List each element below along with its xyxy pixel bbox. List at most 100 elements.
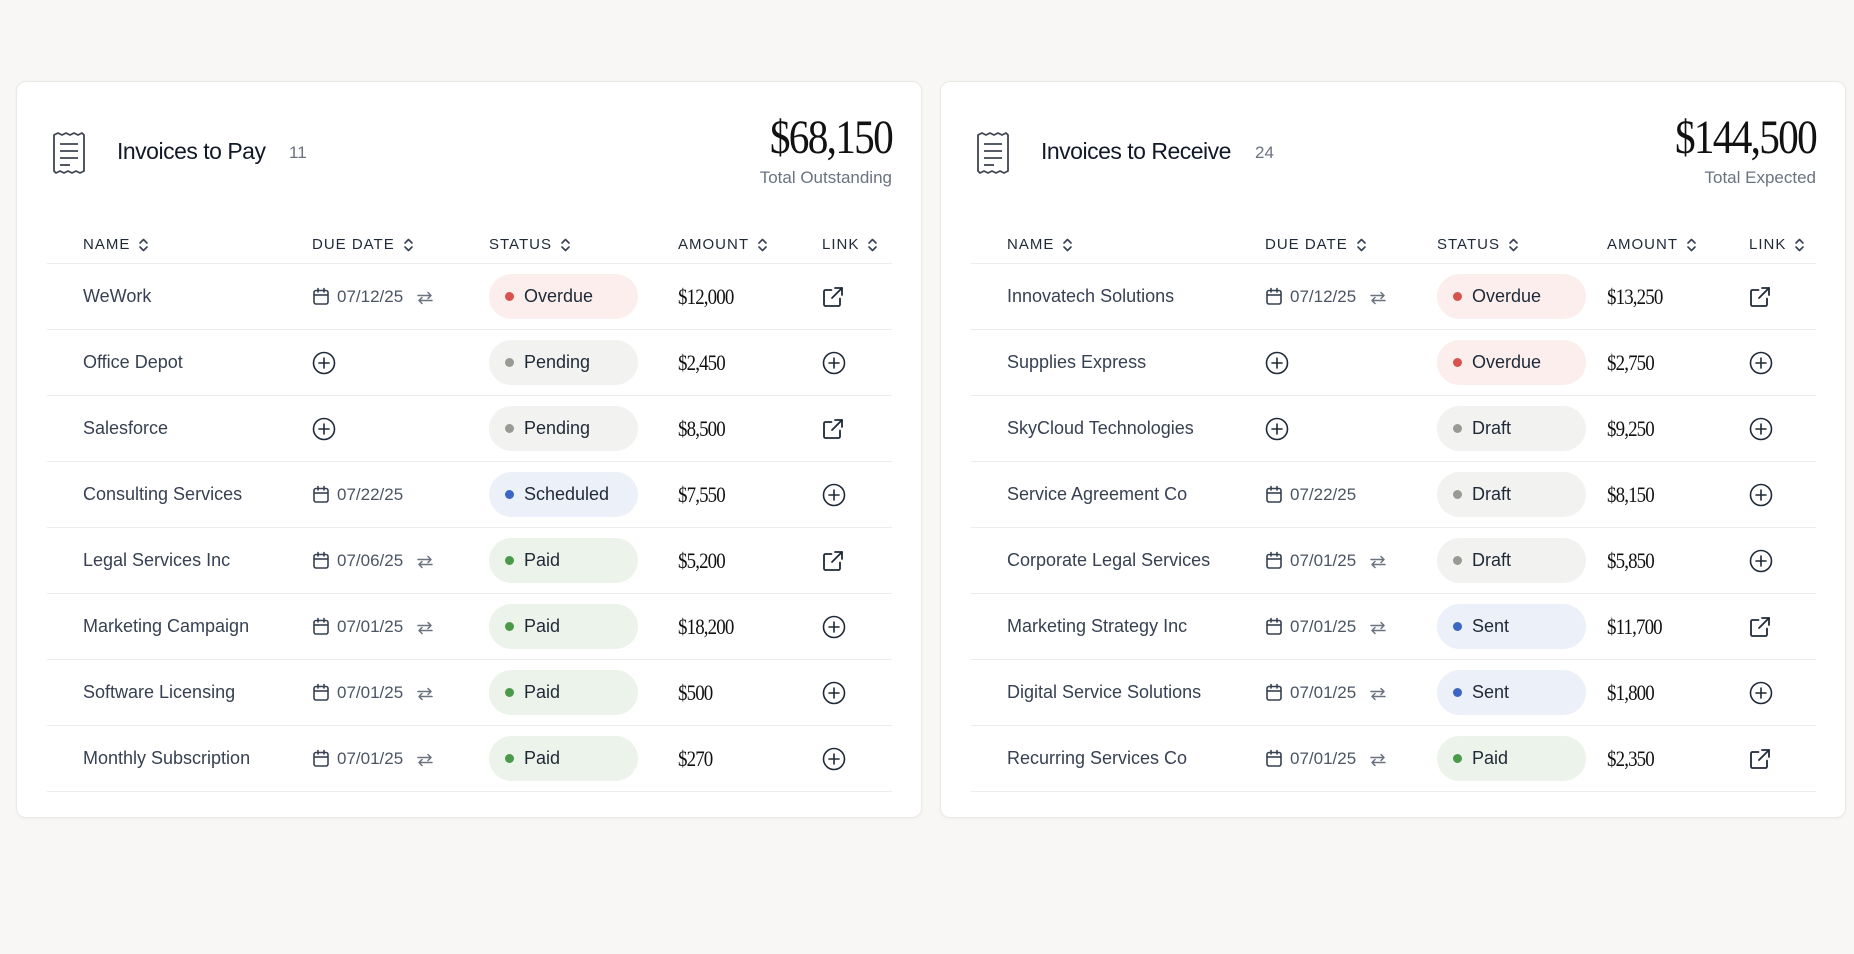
status-badge[interactable]: Scheduled xyxy=(489,472,638,517)
table-row[interactable]: SkyCloud Technologies Draft $9,250 xyxy=(971,396,1816,462)
table-row[interactable]: Recurring Services Co 07/01/25 Paid $2,350 xyxy=(971,726,1816,792)
add-link-icon[interactable] xyxy=(822,747,846,771)
due-date-cell xyxy=(312,396,336,461)
status-badge[interactable]: Paid xyxy=(489,670,638,715)
external-link-icon[interactable] xyxy=(822,550,844,572)
add-date-icon[interactable] xyxy=(1265,351,1289,375)
status-badge[interactable]: Pending xyxy=(489,406,638,451)
table-row[interactable]: Marketing Strategy Inc 07/01/25 Sent $11,70… xyxy=(971,594,1816,660)
external-link-icon[interactable] xyxy=(822,418,844,440)
due-date-cell: 07/22/25 xyxy=(1265,462,1356,527)
column-header-amount[interactable]: AMOUNT xyxy=(678,236,768,253)
calendar-icon xyxy=(313,485,329,503)
column-header-name[interactable]: NAME xyxy=(83,236,149,253)
status-dot-icon xyxy=(1453,292,1462,301)
status-dot-icon xyxy=(505,292,514,301)
status-dot-icon xyxy=(1453,490,1462,499)
status-badge[interactable]: Sent xyxy=(1437,670,1586,715)
external-link-icon[interactable] xyxy=(1749,748,1771,770)
status-cell: Pending xyxy=(489,396,638,461)
status-badge[interactable]: Paid xyxy=(1437,736,1586,781)
status-label: Sent xyxy=(1472,616,1510,636)
column-header-status[interactable]: STATUS xyxy=(1437,236,1519,253)
table-row[interactable]: Office Depot Pending $2,450 xyxy=(47,330,892,396)
status-cell: Paid xyxy=(489,528,638,593)
table-row[interactable]: WeWork 07/12/25 Overdue $12,000 xyxy=(47,264,892,330)
invoice-name: Consulting Services xyxy=(83,484,243,504)
due-date: 07/01/25 xyxy=(1290,550,1357,570)
status-badge[interactable]: Paid xyxy=(489,736,638,781)
add-link-icon[interactable] xyxy=(1749,549,1773,573)
status-label: Paid xyxy=(524,748,561,768)
status-badge[interactable]: Overdue xyxy=(1437,274,1586,319)
invoice-name: Salesforce xyxy=(83,418,169,438)
column-header-amount[interactable]: AMOUNT xyxy=(1607,236,1697,253)
column-header-due-date[interactable]: DUE DATE xyxy=(312,236,414,253)
status-dot-icon xyxy=(505,754,514,763)
invoice-count: 24 xyxy=(1255,143,1274,162)
table-row[interactable]: Software Licensing 07/01/25 Paid $500 xyxy=(47,660,892,726)
table-row[interactable]: Service Agreement Co 07/22/25 Draft $8,150 xyxy=(971,462,1816,528)
status-badge[interactable]: Overdue xyxy=(1437,340,1586,385)
calendar-icon xyxy=(1266,683,1282,701)
repeat-icon xyxy=(1370,621,1386,634)
column-header-link[interactable]: LINK xyxy=(822,236,878,253)
column-header-link[interactable]: LINK xyxy=(1749,236,1805,253)
add-link-icon[interactable] xyxy=(1749,483,1773,507)
status-dot-icon xyxy=(505,622,514,631)
status-label: Overdue xyxy=(1472,286,1542,306)
invoice-name: SkyCloud Technologies xyxy=(1007,418,1194,438)
external-link-icon[interactable] xyxy=(1749,616,1771,638)
column-header-name[interactable]: NAME xyxy=(1007,236,1073,253)
table-row[interactable]: Supplies Express Overdue $2,750 xyxy=(971,330,1816,396)
due-date: 07/01/25 xyxy=(337,616,404,636)
add-date-icon[interactable] xyxy=(312,417,336,441)
table-row[interactable]: Legal Services Inc 07/06/25 Paid $5,200 xyxy=(47,528,892,594)
repeat-icon xyxy=(417,621,433,634)
external-link-icon[interactable] xyxy=(1749,286,1771,308)
add-link-icon[interactable] xyxy=(1749,681,1773,705)
status-label: Overdue xyxy=(524,286,594,306)
add-link-icon[interactable] xyxy=(1749,351,1773,375)
column-header-due-date[interactable]: DUE DATE xyxy=(1265,236,1367,253)
calendar-icon xyxy=(313,551,329,569)
status-dot-icon xyxy=(1453,754,1462,763)
add-link-icon[interactable] xyxy=(822,615,846,639)
invoice-name: Recurring Services Co xyxy=(1007,748,1188,768)
add-link-icon[interactable] xyxy=(822,483,846,507)
status-badge[interactable]: Paid xyxy=(489,604,638,649)
status-badge[interactable]: Sent xyxy=(1437,604,1586,649)
table-row[interactable]: Innovatech Solutions 07/12/25 Overdue $13,2… xyxy=(971,264,1816,330)
status-badge[interactable]: Draft xyxy=(1437,472,1586,517)
status-badge[interactable]: Pending xyxy=(489,340,638,385)
invoice-amount: $12,000 xyxy=(678,283,734,309)
status-label: Sent xyxy=(1472,682,1510,702)
table-row[interactable]: Digital Service Solutions 07/01/25 Sent $1,… xyxy=(971,660,1816,726)
card-title: Invoices to Receive xyxy=(1041,138,1231,164)
invoice-name: Marketing Strategy Inc xyxy=(1007,616,1188,636)
add-date-icon[interactable] xyxy=(312,351,336,375)
add-link-icon[interactable] xyxy=(822,351,846,375)
table-row[interactable]: Monthly Subscription 07/01/25 Paid $270 xyxy=(47,726,892,792)
table-row[interactable]: Marketing Campaign 07/01/25 Paid $18,200 xyxy=(47,594,892,660)
link-cell xyxy=(1749,528,1773,593)
add-link-icon[interactable] xyxy=(1749,417,1773,441)
status-badge[interactable]: Paid xyxy=(489,538,638,583)
status-cell: Overdue xyxy=(1437,264,1586,329)
link-cell xyxy=(1749,594,1771,659)
add-link-icon[interactable] xyxy=(822,681,846,705)
status-badge[interactable]: Draft xyxy=(1437,538,1586,583)
link-cell xyxy=(822,660,846,725)
table-row[interactable]: Consulting Services 07/22/25 Scheduled $7,5… xyxy=(47,462,892,528)
due-date: 07/22/25 xyxy=(1290,484,1357,504)
table-row[interactable]: Corporate Legal Services 07/01/25 Draft $5,… xyxy=(971,528,1816,594)
status-badge[interactable]: Overdue xyxy=(489,274,638,319)
status-badge[interactable]: Draft xyxy=(1437,406,1586,451)
table-header: NAME DUE DATE STATUS AMOUNT LINK xyxy=(971,222,1816,264)
table-row[interactable]: Salesforce Pending $8,500 xyxy=(47,396,892,462)
add-date-icon[interactable] xyxy=(1265,417,1289,441)
column-header-status[interactable]: STATUS xyxy=(489,236,571,253)
sort-icon xyxy=(1356,238,1366,251)
due-date-cell xyxy=(312,330,336,395)
external-link-icon[interactable] xyxy=(822,286,844,308)
